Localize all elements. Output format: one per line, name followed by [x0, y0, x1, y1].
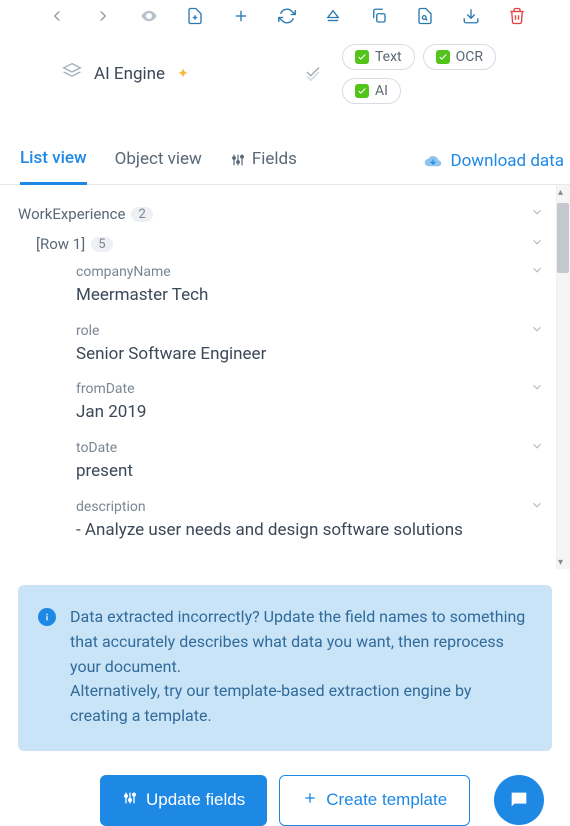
- scroll-down-icon[interactable]: ▾: [558, 557, 568, 567]
- update-fields-button[interactable]: Update fields: [100, 775, 267, 826]
- button-label: Update fields: [146, 790, 245, 810]
- info-line2: Alternatively, try our template-based ex…: [70, 681, 471, 725]
- plus-icon: [302, 790, 318, 811]
- sliders-icon: [122, 790, 138, 811]
- info-line1: Data extracted incorrectly? Update the f…: [70, 607, 525, 676]
- badges: Text OCR AI: [342, 44, 522, 104]
- field-todate: toDate present: [36, 435, 544, 494]
- scrollbar[interactable]: ▴ ▾: [556, 185, 570, 569]
- tab-object-view[interactable]: Object view: [115, 139, 202, 183]
- field-value[interactable]: Jan 2019: [76, 400, 544, 425]
- field-companyname: companyName Meermaster Tech: [36, 259, 544, 318]
- field-value[interactable]: Senior Software Engineer: [76, 342, 544, 367]
- chat-icon: [508, 789, 530, 811]
- field-value[interactable]: - Analyze user needs and design software…: [76, 518, 544, 543]
- trash-icon[interactable]: [508, 6, 526, 26]
- bottom-buttons: Update fields Create template: [0, 751, 570, 826]
- chevron-down-icon: [530, 235, 544, 253]
- field-value[interactable]: present: [76, 459, 544, 484]
- button-label: Create template: [326, 790, 447, 810]
- info-icon: [38, 608, 56, 626]
- refresh-icon[interactable]: [278, 6, 296, 26]
- copy-icon[interactable]: [370, 6, 388, 26]
- fields-content: WorkExperience 2 [Row 1] 5 companyName M…: [0, 185, 570, 569]
- field-fromdate: fromDate Jan 2019: [36, 376, 544, 435]
- sliders-icon: [230, 152, 246, 168]
- group-header[interactable]: WorkExperience 2: [18, 199, 544, 229]
- badge-label: AI: [375, 83, 388, 99]
- check-icon: [436, 50, 450, 64]
- checks-icon[interactable]: [304, 63, 322, 85]
- chevron-down-icon[interactable]: [530, 263, 544, 281]
- field-label: description: [76, 499, 146, 515]
- field-description: description - Analyze user needs and des…: [36, 494, 544, 553]
- chevron-down-icon[interactable]: [530, 439, 544, 457]
- subgroup-row1: [Row 1] 5 companyName Meermaster Tech ro…: [18, 229, 544, 552]
- search-file-icon[interactable]: [416, 6, 434, 26]
- chevron-down-icon: [530, 205, 544, 223]
- info-box: Data extracted incorrectly? Update the f…: [18, 585, 552, 751]
- group-label: WorkExperience: [18, 205, 125, 223]
- field-label: role: [76, 323, 99, 339]
- create-template-button[interactable]: Create template: [279, 775, 470, 826]
- toolbar: [0, 0, 570, 32]
- check-icon: [355, 84, 369, 98]
- badge-ai[interactable]: AI: [342, 78, 401, 104]
- badge-label: OCR: [456, 49, 483, 65]
- chevron-down-icon[interactable]: [530, 322, 544, 340]
- tabs-row: List view Object view Fields Download da…: [0, 138, 570, 185]
- field-role: role Senior Software Engineer: [36, 318, 544, 377]
- field-group-workexperience: WorkExperience 2 [Row 1] 5 companyName M…: [18, 195, 544, 556]
- field-label: toDate: [76, 440, 117, 456]
- chevron-down-icon[interactable]: [530, 498, 544, 516]
- fab-button[interactable]: [494, 775, 544, 825]
- nav-forward-icon[interactable]: [94, 6, 112, 26]
- tab-list-view[interactable]: List view: [20, 138, 87, 185]
- nav-back-icon[interactable]: [48, 6, 66, 26]
- field-label: fromDate: [76, 381, 135, 397]
- badge-label: Text: [375, 49, 402, 65]
- stack-icon: [62, 62, 82, 86]
- eject-icon[interactable]: [324, 6, 342, 26]
- tab-fields-label: Fields: [252, 149, 297, 169]
- eye-icon[interactable]: [140, 6, 158, 26]
- tab-fields[interactable]: Fields: [230, 139, 297, 183]
- download-data-button[interactable]: Download data: [424, 151, 564, 171]
- scroll-up-icon[interactable]: ▴: [558, 187, 568, 197]
- group-count: 2: [131, 207, 152, 222]
- download-label: Download data: [450, 151, 564, 171]
- download-icon[interactable]: [462, 6, 480, 26]
- fields-list: WorkExperience 2 [Row 1] 5 companyName M…: [0, 185, 570, 569]
- scrollbar-thumb[interactable]: [557, 203, 569, 273]
- sparkle-icon: ✦: [177, 66, 189, 82]
- plus-icon[interactable]: [232, 6, 250, 26]
- badge-ocr[interactable]: OCR: [423, 44, 496, 70]
- chevron-down-icon[interactable]: [530, 380, 544, 398]
- row-count: 5: [91, 237, 112, 252]
- cloud-icon: [424, 154, 442, 168]
- badge-text[interactable]: Text: [342, 44, 415, 70]
- engine-row: AI Engine ✦ Text OCR AI: [0, 32, 570, 120]
- row-header[interactable]: [Row 1] 5: [36, 229, 544, 259]
- check-icon: [355, 50, 369, 64]
- row-label: [Row 1]: [36, 235, 85, 253]
- field-value[interactable]: Meermaster Tech: [76, 283, 544, 308]
- info-text: Data extracted incorrectly? Update the f…: [70, 605, 532, 729]
- new-file-icon[interactable]: [186, 6, 204, 26]
- engine-label: AI Engine: [94, 64, 165, 84]
- field-label: companyName: [76, 264, 171, 280]
